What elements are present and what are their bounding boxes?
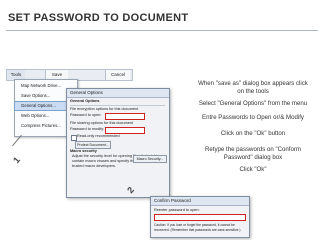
confirm-password-dialog: Confirm Password Reenter password to ope…	[150, 196, 250, 238]
password-modify-label: Password to modify:	[70, 127, 105, 131]
general-options-dialog: General Options General Options File enc…	[66, 88, 170, 198]
password-modify-input[interactable]	[105, 127, 145, 134]
readonly-label: Read-only recommended	[77, 134, 120, 138]
password-open-input[interactable]	[105, 113, 145, 120]
confirm-title: Confirm Password	[154, 198, 191, 203]
reenter-label: Reenter password to open:	[154, 208, 200, 212]
tab-divider	[70, 105, 165, 106]
instruction-line-5: Click on the "Ok" button	[220, 130, 286, 137]
instruction-line-3: Select "General Options" from the menu	[198, 100, 308, 107]
password-open-label: Password to open:	[70, 113, 102, 117]
dialog-title: General Options	[70, 90, 103, 95]
slide-title: SET PASSWORD TO DOCUMENT	[8, 12, 189, 24]
instruction-line-2: on the tools	[237, 88, 269, 95]
cancel-button[interactable]: Cancel	[105, 70, 130, 80]
dialog-titlebar: General Options	[67, 89, 169, 98]
step-one-marker: 1	[11, 154, 22, 166]
instruction-line-1: When "save as" dialog box appears click	[198, 80, 308, 87]
title-divider	[6, 30, 318, 31]
confirm-titlebar: Confirm Password	[151, 197, 249, 206]
instruction-line-7: Password" dialog box	[223, 154, 283, 161]
instruction-line-8: Click "Ok"	[239, 166, 267, 173]
encryption-section-label: File encryption options for this documen…	[70, 107, 139, 111]
macro-security-button[interactable]: Macro Security...	[133, 155, 167, 163]
instruction-line-6: Retype the passwords on "Conform	[205, 146, 301, 153]
protect-document-button[interactable]: Protect Document...	[75, 141, 111, 149]
reenter-password-input[interactable]	[154, 214, 246, 221]
caution-line-2: recovered. (Remember that passwords are …	[154, 228, 241, 232]
sharing-section-label: File sharing options for this document	[70, 121, 134, 125]
macro-text-line-3: trusted macro developers.	[72, 164, 116, 168]
instruction-line-4: Entre Passwords to Open or/& Modify	[202, 114, 304, 121]
general-options-tab[interactable]: General Options	[70, 99, 100, 104]
